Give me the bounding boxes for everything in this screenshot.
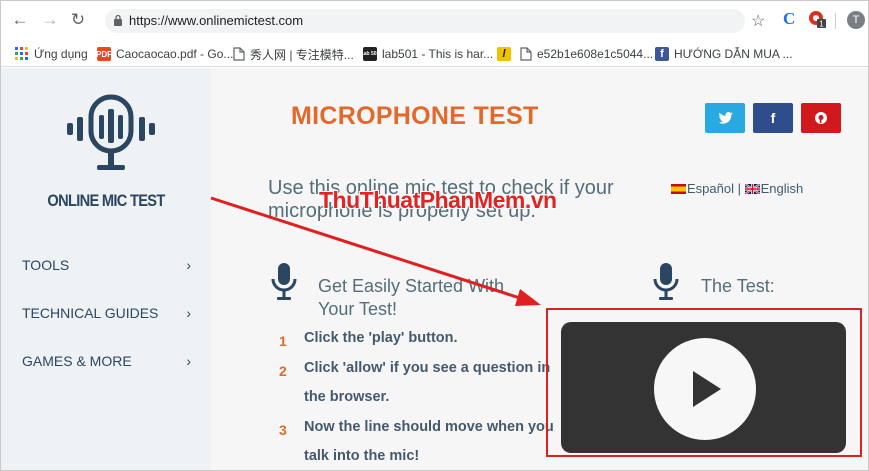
microphone-icon (653, 263, 679, 300)
twitter-share-button[interactable] (705, 103, 745, 133)
l-logo-icon: l (497, 47, 511, 61)
web-page: ONLINE MIC TEST TOOLS › TECHNICAL GUIDES… (1, 68, 868, 470)
reload-icon[interactable]: ↻ (68, 10, 88, 30)
bookmark-lab501[interactable]: Lab 501 lab501 - This is har... (361, 46, 494, 62)
language-switcher: Español | English (671, 181, 803, 196)
bookmark-label: 秀人网 | 专注模特... (250, 47, 354, 62)
logo-text[interactable]: ONLINE MIC TEST (16, 191, 197, 211)
pinterest-icon (815, 112, 827, 124)
step-number: 3 (279, 422, 287, 438)
pdf-icon: PDF (96, 47, 112, 61)
watermark-text: ThuThuatPhanMem.vn (319, 187, 557, 213)
bookmark-label: e52b1e608e1c5044... (537, 47, 654, 61)
bookmarks-bar: Ứng dụng PDF Caocaocao.pdf - Go... 秀人网 |… (1, 41, 868, 67)
bookmark-label: Ứng dụng (34, 47, 88, 61)
mic-test-player[interactable] (561, 322, 846, 453)
address-bar[interactable]: https://www.onlinemictest.com (105, 9, 745, 33)
bookmark-l-logo[interactable]: l (497, 46, 511, 62)
toolbar-separator (835, 13, 836, 29)
step-text: Click the 'play' button. (304, 330, 458, 346)
back-icon[interactable]: ← (10, 10, 30, 30)
sidebar: ONLINE MIC TEST TOOLS › TECHNICAL GUIDES… (1, 68, 211, 470)
step-text: Click 'allow' if you see a question in t… (304, 360, 551, 405)
highlight-frame (546, 308, 862, 457)
sidebar-item-games-more[interactable]: GAMES & MORE › (22, 353, 197, 373)
play-button[interactable] (654, 338, 756, 440)
lock-icon (114, 14, 122, 26)
browser-window: ← → ↻ https://www.onlinemictest.com ☆ C … (0, 0, 869, 471)
sidebar-item-label: GAMES & MORE (22, 353, 132, 369)
get-started-title: Get Easily Started With Your Test! (318, 276, 505, 319)
spain-flag-icon (671, 184, 686, 194)
chevron-right-icon: › (186, 353, 191, 369)
bookmark-pdf[interactable]: PDF Caocaocao.pdf - Go... (96, 46, 234, 62)
lang-divider: | (737, 181, 741, 196)
uk-flag-icon (744, 184, 760, 194)
sidebar-item-label: TECHNICAL GUIDES (22, 305, 159, 321)
pinterest-share-button[interactable] (801, 103, 841, 133)
microphone-icon (271, 263, 297, 300)
chevron-right-icon: › (186, 257, 191, 273)
bookmark-star-icon[interactable]: ☆ (751, 11, 765, 31)
sidebar-item-label: TOOLS (22, 257, 70, 273)
lab501-icon: Lab 501 (361, 47, 379, 61)
bookmark-hash[interactable]: e52b1e608e1c5044... (520, 46, 653, 62)
play-icon (693, 371, 721, 407)
profile-avatar[interactable]: T (847, 11, 865, 29)
bookmark-label: HƯỚNG DẪN MUA ... (674, 47, 793, 61)
microphone-logo-icon[interactable] (63, 93, 159, 179)
forward-icon[interactable]: → (40, 10, 60, 30)
sidebar-item-technical-guides[interactable]: TECHNICAL GUIDES › (22, 305, 197, 325)
url-text: https://www.onlinemictest.com (129, 13, 304, 28)
browser-toolbar: ← → ↻ https://www.onlinemictest.com ☆ C … (1, 1, 868, 41)
facebook-share-button[interactable]: f (753, 103, 793, 133)
extension-badge-count: 1 (819, 20, 824, 29)
apps-grid-icon (15, 47, 28, 60)
test-title: The Test: (701, 276, 775, 296)
page-icon (233, 47, 245, 61)
page-title: MICROPHONE TEST (291, 102, 539, 130)
lang-en-link[interactable]: English (761, 181, 804, 196)
chevron-right-icon: › (186, 305, 191, 321)
bookmark-label: lab501 - This is har... (382, 47, 494, 61)
extension-badge-icon[interactable]: 1 (807, 9, 827, 29)
facebook-icon: f (770, 110, 776, 126)
facebook-icon: f (655, 47, 669, 61)
step-number: 1 (279, 333, 287, 349)
sidebar-item-tools[interactable]: TOOLS › (22, 257, 197, 277)
extension-c-icon[interactable]: C (783, 9, 795, 29)
bookmark-apps[interactable]: Ứng dụng (15, 46, 88, 62)
lang-es-link[interactable]: Español (687, 181, 734, 196)
step-text: Now the line should move when you talk i… (304, 419, 554, 464)
twitter-icon (718, 112, 733, 124)
bookmark-facebook[interactable]: f HƯỚNG DẪN MUA ... (655, 46, 793, 62)
bookmark-label: Caocaocao.pdf - Go... (116, 47, 234, 61)
bookmark-xiuren[interactable]: 秀人网 | 专注模特... (233, 46, 354, 62)
page-icon (520, 47, 532, 61)
step-number: 2 (279, 363, 287, 379)
